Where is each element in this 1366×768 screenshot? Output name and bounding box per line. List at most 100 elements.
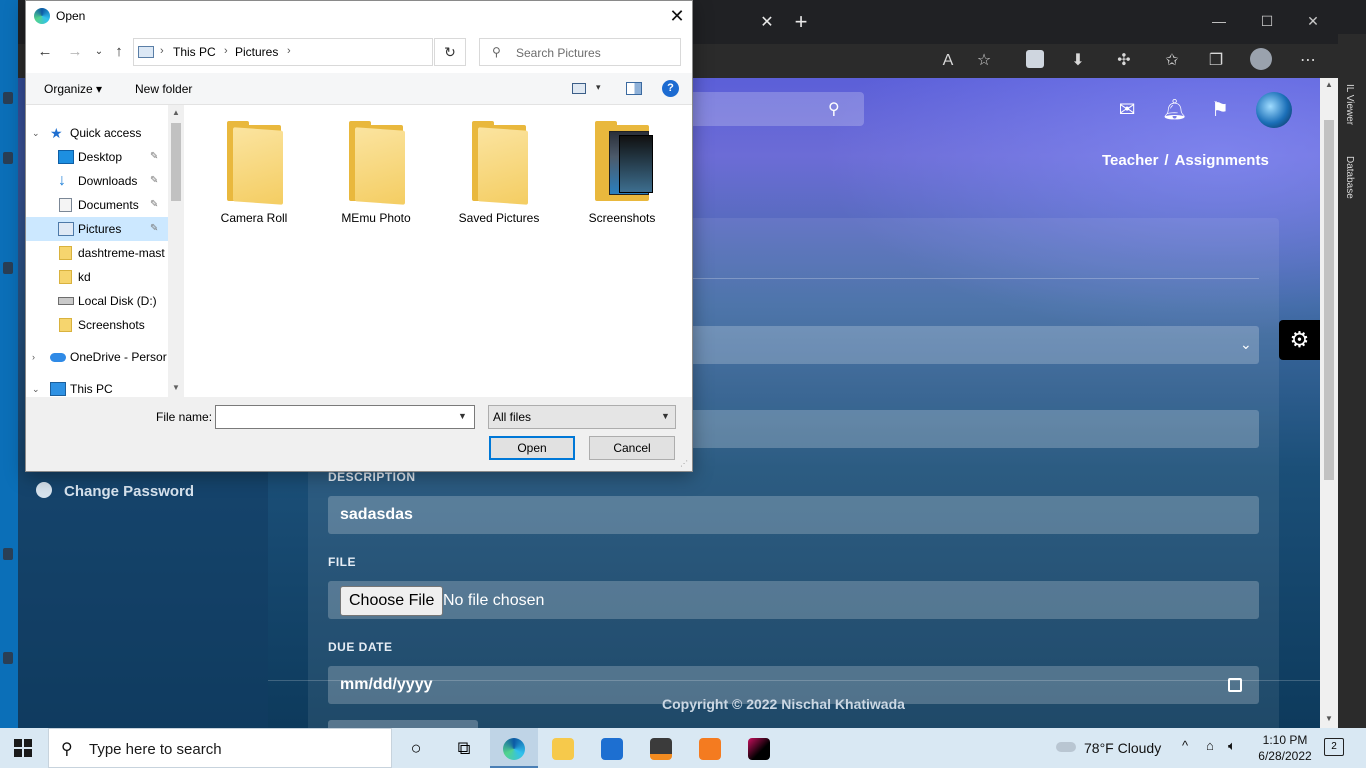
- messages-icon[interactable]: ✉: [1115, 98, 1139, 122]
- cancel-button[interactable]: Cancel: [589, 436, 675, 460]
- show-hidden-icons-chevron[interactable]: ^: [1182, 738, 1188, 753]
- scroll-thumb[interactable]: [1324, 120, 1334, 480]
- description-input[interactable]: sadasdas: [328, 496, 1259, 534]
- nav-item-documents[interactable]: Documents ✎: [26, 193, 168, 217]
- nav-item-desktop[interactable]: Desktop ✎: [26, 145, 168, 169]
- forward-arrow-icon[interactable]: →: [66, 43, 84, 61]
- download-extension-icon[interactable]: ⬇: [1066, 49, 1090, 73]
- il-viewer-tab[interactable]: IL Viewer: [1344, 84, 1355, 125]
- file-name-combobox[interactable]: ▼: [215, 405, 475, 429]
- nav-item-screenshots[interactable]: Screenshots: [26, 313, 168, 337]
- nav-item-label: This PC: [70, 382, 113, 396]
- chevron-right-icon[interactable]: ›: [160, 45, 164, 57]
- address-bar[interactable]: › This PC › Pictures › ⌄: [133, 38, 526, 66]
- taskbar-edge-icon[interactable]: [490, 728, 538, 768]
- favorite-add-icon[interactable]: ☆: [972, 49, 996, 73]
- chevron-right-icon[interactable]: ›: [287, 45, 291, 57]
- scroll-down-arrow[interactable]: ▼: [1324, 714, 1334, 724]
- taskbar-rider-icon[interactable]: [735, 728, 783, 768]
- taskbar-sublime-text-icon[interactable]: [637, 728, 685, 768]
- page-scrollbar[interactable]: ▲ ▼: [1320, 78, 1338, 728]
- new-folder-button[interactable]: New folder: [135, 82, 192, 96]
- nav-item-this-pc[interactable]: ⌄ This PC: [26, 377, 168, 397]
- cortana-icon[interactable]: ○: [392, 728, 440, 768]
- address-crumb-pictures[interactable]: Pictures: [235, 45, 278, 59]
- breadcrumb-teacher[interactable]: Teacher: [1102, 152, 1158, 169]
- up-arrow-icon[interactable]: ↑: [110, 43, 128, 61]
- volume-icon[interactable]: 🔈︎: [1228, 738, 1236, 754]
- search-box[interactable]: ⚲: [479, 38, 681, 66]
- file-name-input[interactable]: [219, 409, 451, 425]
- search-icon[interactable]: ⚲: [828, 99, 848, 119]
- settings-gear-icon[interactable]: ⚙: [1279, 320, 1320, 360]
- chevron-down-icon[interactable]: ▼: [458, 411, 467, 421]
- taskbar-clock[interactable]: 1:10 PM 6/28/2022: [1254, 732, 1316, 764]
- navigation-pane-scrollbar[interactable]: ▲ ▼: [168, 105, 184, 397]
- expand-chevron-icon[interactable]: ⌄: [32, 121, 42, 145]
- collections-icon[interactable]: ❐: [1204, 49, 1228, 73]
- maximize-button[interactable]: ☐: [1252, 10, 1282, 32]
- nav-item-quick-access[interactable]: ⌄ ★ Quick access: [26, 121, 168, 145]
- bell-icon[interactable]: 🔔︎: [1162, 98, 1187, 122]
- resize-grip-icon[interactable]: ⋰: [680, 459, 690, 469]
- back-arrow-icon[interactable]: ←: [36, 43, 54, 61]
- task-view-icon[interactable]: ⧉: [440, 728, 488, 768]
- sidebar-item-change-password[interactable]: Change Password: [36, 482, 194, 500]
- more-menu-icon[interactable]: ⋯: [1296, 49, 1320, 73]
- preview-pane-icon[interactable]: [626, 82, 642, 95]
- taskbar-file-explorer-icon[interactable]: [539, 728, 587, 768]
- taskbar-search-box[interactable]: ⚲ Type here to search: [48, 728, 392, 768]
- scroll-down-arrow[interactable]: ▼: [171, 383, 181, 392]
- new-tab-button[interactable]: +: [790, 11, 812, 34]
- scroll-thumb[interactable]: [171, 123, 181, 201]
- choose-file-button[interactable]: Choose File: [340, 586, 444, 616]
- view-options-dropdown-icon[interactable]: ▾: [596, 82, 601, 93]
- scroll-up-arrow[interactable]: ▲: [171, 108, 181, 117]
- folder-item-memu-photo[interactable]: MEmu Photo: [326, 119, 426, 229]
- refresh-icon[interactable]: ↻: [434, 38, 466, 66]
- windows-start-icon[interactable]: [14, 739, 32, 757]
- taskbar-xampp-icon[interactable]: [686, 728, 734, 768]
- folder-item-camera-roll[interactable]: Camera Roll: [204, 119, 304, 229]
- tab-close-icon[interactable]: ✕: [758, 14, 776, 32]
- extension-icon[interactable]: [1026, 50, 1044, 68]
- submit-button-partial[interactable]: [328, 720, 478, 728]
- profile-avatar[interactable]: [1250, 48, 1272, 70]
- notification-center-icon[interactable]: 2: [1324, 738, 1344, 756]
- folder-item-saved-pictures[interactable]: Saved Pictures: [449, 119, 549, 229]
- file-type-select[interactable]: All files ▼: [488, 405, 676, 429]
- favorites-icon[interactable]: ✩: [1160, 49, 1184, 73]
- help-icon[interactable]: ?: [662, 80, 679, 97]
- recent-locations-dropdown-icon[interactable]: ⌄: [90, 43, 108, 61]
- expand-chevron-icon[interactable]: ⌄: [32, 377, 42, 397]
- read-aloud-icon[interactable]: A: [936, 49, 960, 73]
- user-avatar[interactable]: [1256, 92, 1292, 128]
- nav-item-downloads[interactable]: ↓ Downloads ✎: [26, 169, 168, 193]
- nav-item-kd[interactable]: kd: [26, 265, 168, 289]
- search-input[interactable]: [516, 44, 676, 62]
- dialog-close-button[interactable]: ✕: [666, 5, 688, 27]
- change-view-icon[interactable]: [572, 83, 586, 94]
- window-close-button[interactable]: ✕: [1298, 10, 1328, 32]
- chevron-right-icon[interactable]: ›: [224, 45, 228, 57]
- database-tab[interactable]: Database: [1344, 156, 1355, 199]
- open-button[interactable]: Open: [489, 436, 575, 460]
- extensions-puzzle-icon[interactable]: ✣: [1112, 49, 1136, 73]
- scroll-up-arrow[interactable]: ▲: [1324, 80, 1334, 90]
- flag-icon[interactable]: ⚑: [1208, 98, 1232, 122]
- address-crumb-this-pc[interactable]: This PC: [173, 45, 216, 59]
- dialog-footer: File name: ▼ All files ▼ Open Cancel ⋰: [26, 397, 692, 471]
- weather-widget[interactable]: 78°F Cloudy: [1056, 740, 1161, 756]
- nav-item-label: Quick access: [70, 126, 142, 140]
- minimize-button[interactable]: —: [1204, 10, 1234, 32]
- nav-item-dashtreme[interactable]: dashtreme-mast: [26, 241, 168, 265]
- taskbar-mail-icon[interactable]: [588, 728, 636, 768]
- organize-menu-button[interactable]: Organize ▾: [44, 82, 102, 96]
- folder-item-screenshots[interactable]: Screenshots: [572, 119, 672, 229]
- expand-chevron-icon[interactable]: ›: [32, 345, 42, 369]
- nav-item-pictures[interactable]: Pictures ✎: [26, 217, 168, 241]
- nav-item-onedrive[interactable]: › OneDrive - Persor: [26, 345, 168, 369]
- nav-item-local-disk[interactable]: Local Disk (D:): [26, 289, 168, 313]
- clock-date: 6/28/2022: [1258, 749, 1312, 763]
- network-icon[interactable]: ⌂: [1206, 738, 1214, 753]
